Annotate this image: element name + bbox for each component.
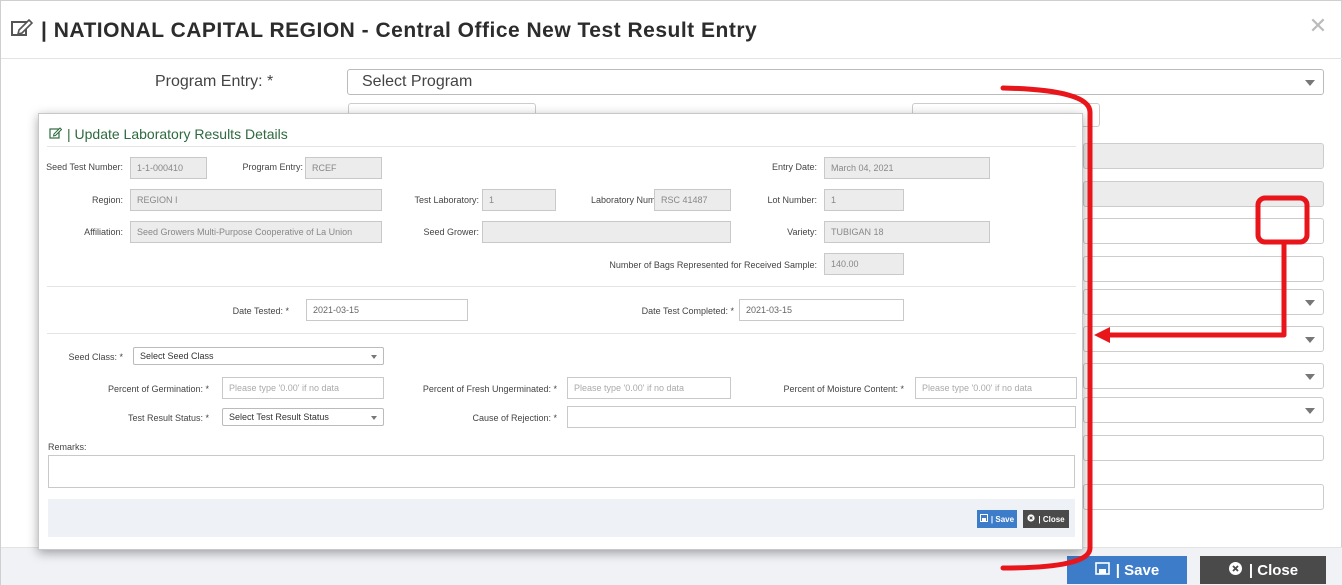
- annotation-connector: [1103, 240, 1287, 338]
- red-annotation-overlay: [1000, 85, 1310, 571]
- annotation-bracket: [1000, 85, 1093, 571]
- annotation-box: [1255, 195, 1310, 245]
- arrow-left-icon: [1094, 327, 1110, 343]
